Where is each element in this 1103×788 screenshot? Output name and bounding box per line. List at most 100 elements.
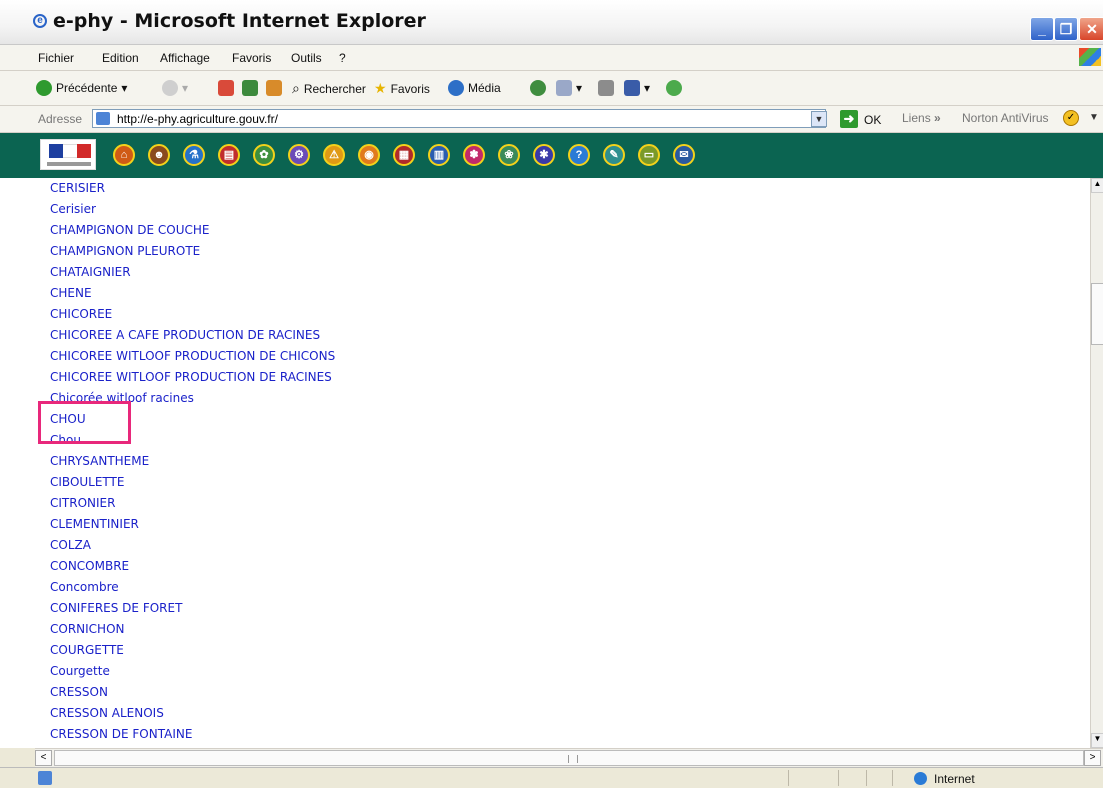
messenger-button[interactable] [666,80,682,96]
book-icon[interactable]: ✉ [673,144,695,166]
warning-icon[interactable]: ⚠ [323,144,345,166]
scroll-right-icon[interactable]: > [1084,750,1101,766]
vertical-scroll-thumb[interactable] [1091,283,1103,345]
back-button[interactable]: Précédente ▾ [36,80,127,96]
crop-link[interactable]: CIBOULETTE [50,472,335,493]
pumpkin-icon[interactable]: ◉ [358,144,380,166]
menu-affichage[interactable]: Affichage [160,51,210,65]
tools-icon[interactable]: ✎ [603,144,625,166]
crop-link[interactable]: CRESSON [50,682,335,703]
links-chevron-icon[interactable]: » [934,111,941,125]
media-button[interactable]: Média [448,80,501,96]
menu-edition[interactable]: Edition [102,51,139,65]
crop-link[interactable]: Courgette [50,661,335,682]
window-titlebar: e e-phy - Microsoft Internet Explorer _ … [0,0,1103,45]
crop-link[interactable]: CORNICHON [50,619,335,640]
address-input[interactable]: http://e-phy.agriculture.gouv.fr/ [92,109,826,128]
person-icon[interactable]: ☻ [148,144,170,166]
menu-help[interactable]: ? [339,51,346,65]
address-dropdown-icon[interactable]: ▼ [811,111,827,127]
crop-link[interactable]: CERISIER [50,178,335,199]
back-label: Précédente [56,81,118,95]
sprayer-icon[interactable]: ✱ [533,144,555,166]
insect-icon[interactable]: ❀ [498,144,520,166]
minimize-button[interactable]: _ [1030,17,1054,41]
close-button[interactable]: ✕ [1079,17,1103,41]
messenger-icon [666,80,682,96]
card-icon[interactable]: ▭ [638,144,660,166]
horizontal-scroll-thumb[interactable] [54,750,1084,766]
ministry-logo[interactable] [40,139,96,170]
links-label: Liens [902,111,931,125]
mail-dropdown-icon[interactable]: ▾ [576,81,582,95]
scroll-down-icon[interactable]: ▼ [1091,733,1103,748]
calendar-icon[interactable]: ▦ [393,144,415,166]
maximize-button[interactable]: ❐ [1054,17,1078,41]
help-icon[interactable]: ? [568,144,590,166]
go-arrow-icon[interactable]: ➜ [840,110,858,128]
word-dropdown-icon[interactable]: ▾ [644,81,650,95]
menu-bar: Fichier Edition Affichage Favoris Outils… [0,45,1103,71]
crop-link[interactable]: COLZA [50,535,335,556]
crop-link[interactable]: CRESSON ALENOIS [50,703,335,724]
home-button[interactable] [266,80,282,96]
crop-link[interactable]: COURGETTE [50,640,335,661]
menu-outils[interactable]: Outils [291,51,322,65]
crop-list: CERISIER Cerisier CHAMPIGNON DE COUCHE CHAM… [50,178,335,745]
scroll-left-icon[interactable]: < [35,750,52,766]
crop-link[interactable]: CHAMPIGNON PLEUROTE [50,241,335,262]
horizontal-scrollbar[interactable]: < > [35,748,1103,767]
crop-link[interactable]: Cerisier [50,199,335,220]
print-button[interactable] [598,80,614,96]
stop-button[interactable] [218,80,234,96]
links-toolbar[interactable]: Liens » [902,111,941,125]
crop-link[interactable]: CHENE [50,283,335,304]
mail-button[interactable]: ▾ [556,80,582,96]
scroll-up-icon[interactable]: ▲ [1091,178,1103,193]
crop-link[interactable]: CHAMPIGNON DE COUCHE [50,220,335,241]
building-icon[interactable]: ▥ [428,144,450,166]
norton-icon[interactable]: ✓ [1063,110,1079,126]
flag-white [63,144,77,158]
menu-favoris[interactable]: Favoris [232,51,271,65]
flower-icon[interactable]: ✽ [463,144,485,166]
history-icon [530,80,546,96]
flag-blue [49,144,63,158]
forward-dropdown-icon[interactable]: ▾ [182,81,188,95]
bug-icon[interactable]: ✿ [253,144,275,166]
crop-link[interactable]: CHICOREE A CAFE PRODUCTION DE RACINES [50,325,335,346]
status-divider [866,770,867,786]
mail-icon [556,80,572,96]
tractor-icon[interactable]: ⚙ [288,144,310,166]
back-dropdown-icon[interactable]: ▾ [121,81,127,95]
page-status-icon [38,771,52,785]
refresh-button[interactable] [242,80,258,96]
standard-toolbar: Précédente ▾ ▾ ⌕ Rechercher ★ Favoris Mé… [0,71,1103,106]
crop-link[interactable]: CHICOREE [50,304,335,325]
crop-link[interactable]: Concombre [50,577,335,598]
status-bar: Internet [0,767,1103,788]
norton-dropdown-icon[interactable]: ▼ [1089,112,1099,123]
crop-link[interactable]: CLEMENTINIER [50,514,335,535]
site-nav-bar: ⌂ ☻ ⚗ ▤ ✿ ⚙ ⚠ ◉ ▦ ▥ ✽ ❀ ✱? ✎ ▭ ✉ [0,133,1103,178]
crop-link[interactable]: CITRONIER [50,493,335,514]
crop-link[interactable]: CHICOREE WITLOOF PRODUCTION DE RACINES [50,367,335,388]
crop-link[interactable]: CONCOMBRE [50,556,335,577]
search-button[interactable]: ⌕ Rechercher [292,80,366,97]
menu-fichier[interactable]: Fichier [38,51,74,65]
crop-link[interactable]: CHICOREE WITLOOF PRODUCTION DE CHICONS [50,346,335,367]
norton-antivirus-label[interactable]: Norton AntiVirus [962,111,1049,125]
vertical-scrollbar[interactable]: ▲ ▼ [1090,178,1103,748]
flask-icon[interactable]: ⚗ [183,144,205,166]
crop-link[interactable]: CRESSON DE FONTAINE [50,724,335,745]
go-button[interactable]: OK [864,113,881,127]
crop-link[interactable]: CHATAIGNIER [50,262,335,283]
crop-link[interactable]: CONIFERES DE FORET [50,598,335,619]
home-icon[interactable]: ⌂ [113,144,135,166]
forward-button[interactable]: ▾ [162,80,188,96]
word-button[interactable]: ▾ [624,80,650,96]
history-button[interactable] [530,80,546,96]
document-icon[interactable]: ▤ [218,144,240,166]
crop-link[interactable]: CHRYSANTHEME [50,451,335,472]
favorites-button[interactable]: ★ Favoris [374,80,430,97]
